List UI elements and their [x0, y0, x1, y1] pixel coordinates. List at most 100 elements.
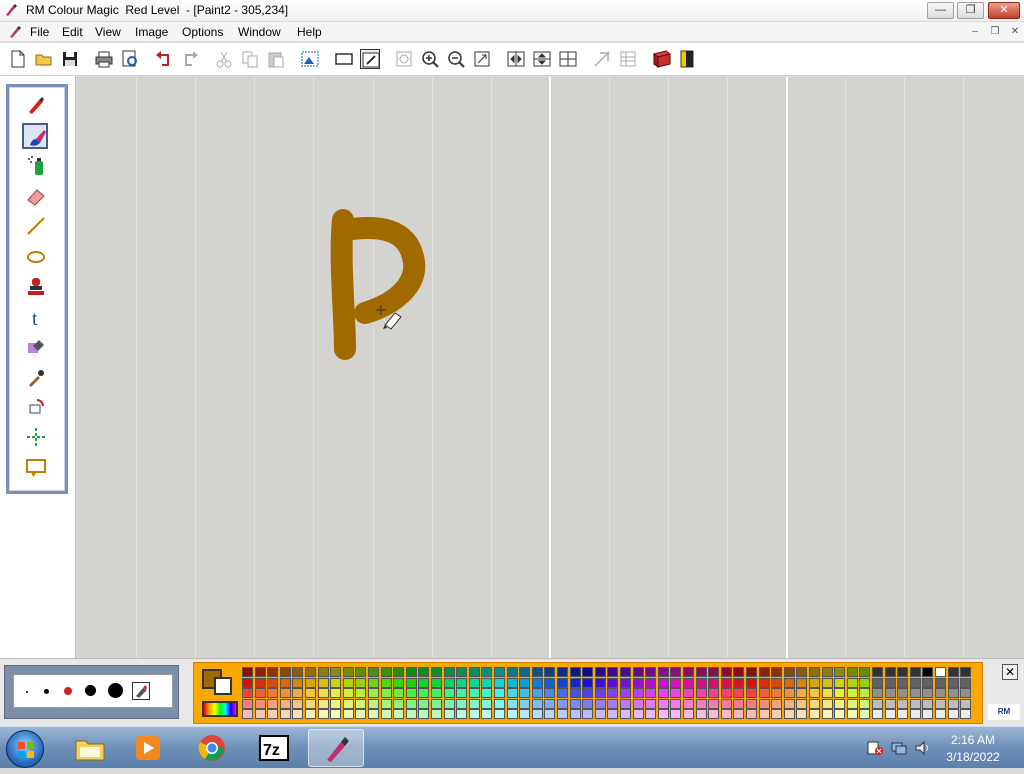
paste-icon[interactable]: [266, 49, 286, 69]
brush-size-4[interactable]: [85, 685, 96, 696]
paintbrush-icon[interactable]: [22, 123, 48, 149]
colour-swatch[interactable]: [468, 709, 480, 720]
colour-swatch[interactable]: [418, 688, 430, 699]
colour-swatch[interactable]: [594, 688, 606, 699]
colour-swatch[interactable]: [632, 688, 644, 699]
colour-swatch[interactable]: [342, 709, 354, 720]
colour-swatch[interactable]: [380, 677, 392, 688]
colour-swatch[interactable]: [418, 677, 430, 688]
colour-swatch[interactable]: [254, 688, 266, 699]
colour-swatch[interactable]: [620, 688, 631, 699]
colour-swatch[interactable]: [897, 667, 909, 677]
colour-swatch[interactable]: [695, 698, 707, 709]
colour-swatch[interactable]: [746, 688, 757, 699]
colour-swatch[interactable]: [544, 688, 556, 699]
colour-swatch[interactable]: [935, 709, 946, 720]
colour-swatch[interactable]: [380, 688, 392, 699]
close-button[interactable]: ✕: [988, 2, 1020, 19]
colour-swatch[interactable]: [456, 698, 468, 709]
colour-swatch[interactable]: [393, 698, 405, 709]
colour-swatch[interactable]: [947, 709, 959, 720]
colour-swatch[interactable]: [380, 709, 392, 720]
colour-swatch[interactable]: [582, 688, 594, 699]
colour-swatch[interactable]: [317, 688, 329, 699]
colour-swatch[interactable]: [607, 688, 619, 699]
colour-swatch[interactable]: [771, 667, 783, 677]
colour-swatch[interactable]: [456, 677, 468, 688]
colour-swatch[interactable]: [632, 667, 644, 677]
colour-swatch[interactable]: [305, 667, 316, 677]
colour-swatch[interactable]: [897, 709, 909, 720]
colour-swatch[interactable]: [393, 677, 405, 688]
book-icon[interactable]: [652, 49, 672, 69]
colour-swatch[interactable]: [418, 698, 430, 709]
colour-swatch[interactable]: [758, 667, 770, 677]
colour-swatch[interactable]: [279, 709, 291, 720]
colour-swatch[interactable]: [897, 677, 909, 688]
media-player-icon[interactable]: [120, 729, 176, 767]
colour-swatch[interactable]: [368, 667, 379, 677]
colour-swatch[interactable]: [935, 677, 946, 688]
colour-swatch[interactable]: [242, 688, 253, 699]
colour-swatch[interactable]: [368, 709, 379, 720]
colour-swatch[interactable]: [670, 667, 682, 677]
colour-swatch[interactable]: [720, 677, 732, 688]
colour-swatch[interactable]: [342, 677, 354, 688]
colour-swatch[interactable]: [431, 667, 442, 677]
colour-swatch[interactable]: [506, 688, 518, 699]
colour-swatch[interactable]: [279, 667, 291, 677]
colour-swatch[interactable]: [670, 709, 682, 720]
colour-swatch[interactable]: [834, 698, 846, 709]
colour-swatch[interactable]: [683, 667, 694, 677]
colour-swatch[interactable]: [960, 698, 972, 709]
colour-swatch[interactable]: [557, 667, 568, 677]
colour-swatch[interactable]: [909, 709, 921, 720]
colour-swatch[interactable]: [355, 667, 367, 677]
colour-swatch[interactable]: [859, 709, 871, 720]
file-explorer-icon[interactable]: [62, 729, 118, 767]
colour-swatch[interactable]: [443, 688, 455, 699]
symmetry-icon[interactable]: [23, 424, 49, 450]
colour-swatch[interactable]: [922, 709, 934, 720]
colour-swatch[interactable]: [405, 709, 417, 720]
colour-swatch[interactable]: [758, 688, 770, 699]
colour-swatch[interactable]: [872, 688, 883, 699]
eraser-icon[interactable]: [23, 183, 49, 209]
colour-swatch[interactable]: [632, 698, 644, 709]
colour-swatch[interactable]: [846, 667, 858, 677]
colour-swatch[interactable]: [519, 698, 531, 709]
colour-swatch[interactable]: [393, 688, 405, 699]
colour-swatch[interactable]: [733, 677, 745, 688]
colour-swatch[interactable]: [809, 698, 820, 709]
colour-swatch[interactable]: [695, 688, 707, 699]
colour-swatch[interactable]: [657, 709, 669, 720]
colour-swatch[interactable]: [884, 698, 896, 709]
colour-swatch[interactable]: [342, 698, 354, 709]
colour-swatch[interactable]: [569, 698, 581, 709]
colour-swatch[interactable]: [481, 677, 493, 688]
colour-swatch[interactable]: [305, 688, 316, 699]
colour-swatch[interactable]: [859, 677, 871, 688]
colour-swatch[interactable]: [519, 677, 531, 688]
colour-swatch[interactable]: [254, 709, 266, 720]
brush-size-3[interactable]: [64, 687, 72, 695]
colour-swatch[interactable]: [620, 677, 631, 688]
colour-swatch[interactable]: [405, 677, 417, 688]
spray-can-icon[interactable]: [23, 153, 49, 179]
pen-icon[interactable]: [23, 92, 49, 118]
flip-vertical-icon[interactable]: [532, 49, 552, 69]
colour-swatch[interactable]: [305, 677, 316, 688]
colour-swatch[interactable]: [279, 677, 291, 688]
menu-view[interactable]: View: [93, 24, 123, 40]
frame-icon[interactable]: [23, 454, 49, 480]
colour-swatch[interactable]: [796, 667, 808, 677]
colour-swatch[interactable]: [267, 709, 279, 720]
colour-swatch[interactable]: [443, 677, 455, 688]
colour-swatch[interactable]: [506, 677, 518, 688]
menu-options[interactable]: Options: [180, 24, 225, 40]
redo-icon[interactable]: [180, 49, 200, 69]
rotate-tool-icon[interactable]: [23, 394, 49, 420]
colour-swatch[interactable]: [695, 677, 707, 688]
colour-swatch[interactable]: [834, 709, 846, 720]
colour-swatch[interactable]: [569, 709, 581, 720]
